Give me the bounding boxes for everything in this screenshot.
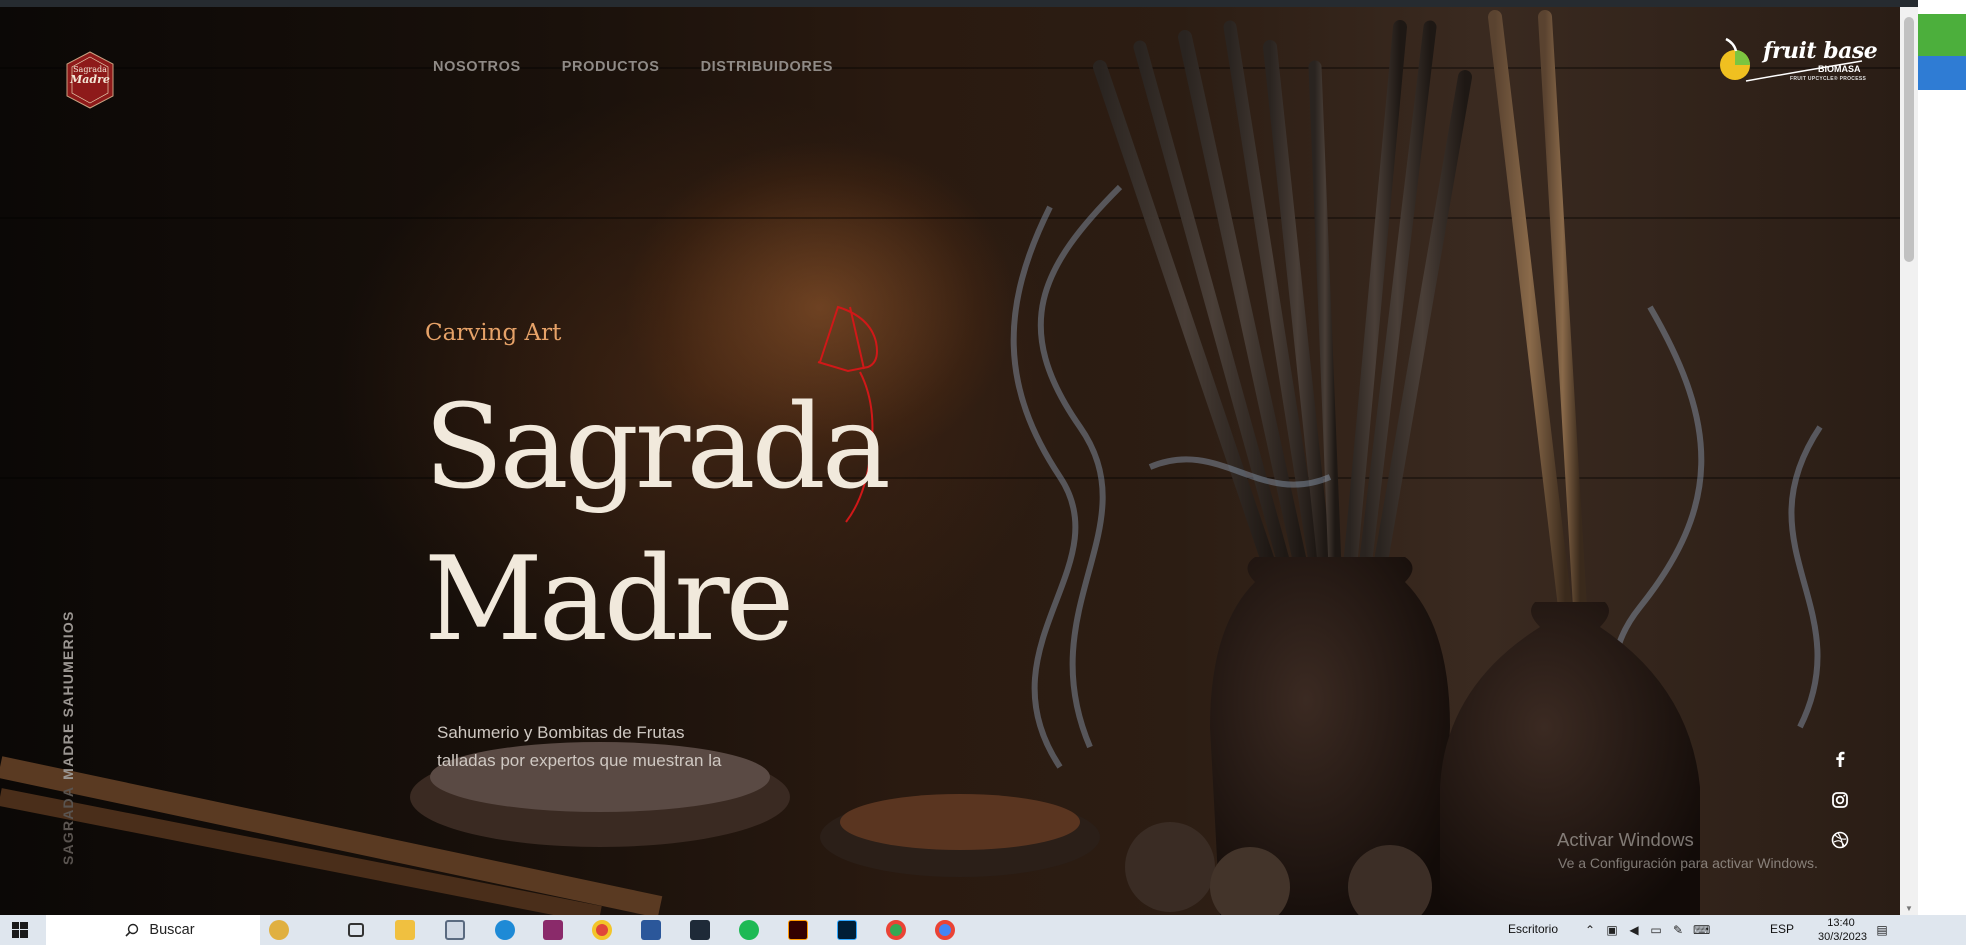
edge-blue-block bbox=[1918, 56, 1966, 90]
terminal-icon[interactable] bbox=[685, 915, 715, 945]
fruit-base-tagline: FRUIT UPCYCLE® PROCESS bbox=[1790, 76, 1867, 82]
word-icon[interactable] bbox=[636, 915, 666, 945]
snipping-tool-icon[interactable] bbox=[440, 915, 470, 945]
chevron-up-icon[interactable]: ⌃ bbox=[1583, 923, 1597, 937]
nav-item-productos[interactable]: PRODUCTOS bbox=[562, 59, 660, 75]
hero-description: Sahumerio y Bombitas de Frutas talladas … bbox=[437, 719, 777, 775]
nav-item-distribuidores[interactable]: DISTRIBUIDORES bbox=[701, 59, 833, 75]
network-icon[interactable]: ▣ bbox=[1605, 923, 1619, 937]
illustrator-icon[interactable] bbox=[783, 915, 813, 945]
start-button[interactable] bbox=[0, 915, 40, 945]
battery-icon[interactable]: ▭ bbox=[1649, 923, 1663, 937]
incense-background-art bbox=[0, 10, 1823, 915]
language-indicator[interactable]: ESP bbox=[1770, 922, 1794, 936]
windows-taskbar: Buscar Escritorio ⌃ ▣ ◀ ▭ ✎ ⌨ ESP 13:40 … bbox=[0, 915, 1966, 945]
search-placeholder: Buscar bbox=[149, 922, 195, 938]
file-explorer-icon[interactable] bbox=[390, 915, 420, 945]
windows-activation-subtitle: Ve a Configuración para activar Windows. bbox=[1558, 855, 1818, 871]
side-text-b: MADRE SAHUMERIOS bbox=[60, 610, 76, 780]
incense-sticks-right bbox=[1488, 10, 1602, 614]
clock-time: 13:40 bbox=[1827, 917, 1855, 929]
photoshop-icon[interactable] bbox=[832, 915, 862, 945]
screen: Sagrada Madre NOSOTROS PRODUCTOS DISTRIB… bbox=[0, 0, 1966, 945]
edge-icon[interactable] bbox=[490, 915, 520, 945]
pen-icon[interactable]: ✎ bbox=[1671, 923, 1685, 937]
keyboard-icon[interactable]: ⌨ bbox=[1693, 923, 1710, 937]
chrome-profile-icon[interactable] bbox=[881, 915, 911, 945]
fruit-ball bbox=[1125, 822, 1215, 912]
chrome-icon[interactable] bbox=[587, 915, 617, 945]
page-scrollbar[interactable]: ▼ bbox=[1900, 7, 1918, 922]
fruit-base-sub: BIOMASA bbox=[1818, 64, 1861, 74]
fruit-base-name: fruit base bbox=[1763, 38, 1878, 64]
nav-item-nosotros[interactable]: NOSOTROS bbox=[433, 59, 521, 75]
spotify-icon[interactable] bbox=[734, 915, 764, 945]
volume-icon[interactable]: ◀ bbox=[1627, 923, 1641, 937]
sagrada-madre-logo[interactable] bbox=[61, 51, 119, 109]
browser-top-strip bbox=[0, 0, 1966, 7]
weather-widget-icon[interactable] bbox=[262, 915, 296, 945]
chrome-active-icon[interactable] bbox=[930, 915, 960, 945]
taskbar-search[interactable]: Buscar bbox=[46, 915, 260, 945]
clock-date: 30/3/2023 bbox=[1818, 931, 1867, 943]
search-icon bbox=[125, 923, 139, 937]
windows-activation-title: Activar Windows bbox=[1557, 829, 1694, 850]
dribbble-icon[interactable] bbox=[1830, 830, 1850, 850]
hero-description-line1: Sahumerio y Bombitas de Frutas bbox=[437, 723, 685, 742]
webpage: Sagrada Madre NOSOTROS PRODUCTOS DISTRIB… bbox=[0, 7, 1900, 915]
desktop-toolbar-label[interactable]: Escritorio bbox=[1508, 922, 1558, 936]
facebook-icon[interactable] bbox=[1830, 749, 1850, 769]
side-text-a: SAGRADA bbox=[60, 785, 76, 865]
hero-eyebrow: Carving Art bbox=[425, 320, 562, 346]
instagram-icon[interactable] bbox=[1830, 790, 1850, 810]
hero-title-line2: Madre bbox=[424, 532, 794, 667]
scroll-down-arrow-icon[interactable]: ▼ bbox=[1904, 904, 1914, 914]
hero-description-line2: talladas por expertos que muestran la bbox=[437, 751, 722, 770]
clock[interactable]: 13:40 30/3/2023 bbox=[1818, 916, 1867, 944]
task-view-icon[interactable] bbox=[341, 915, 371, 945]
vertical-side-text: SAGRADA MADRE SAHUMERIOS bbox=[60, 610, 76, 865]
windows-logo-icon bbox=[12, 922, 28, 938]
scrollbar-thumb[interactable] bbox=[1904, 17, 1914, 262]
notifications-icon[interactable]: ▤ bbox=[1875, 923, 1889, 937]
edge-green-block bbox=[1918, 14, 1966, 56]
right-edge-panel bbox=[1918, 0, 1966, 915]
main-nav: NOSOTROS PRODUCTOS DISTRIBUIDORES bbox=[433, 59, 833, 75]
winrar-icon[interactable] bbox=[538, 915, 568, 945]
hero-title-line1: Sagrada bbox=[424, 380, 891, 515]
